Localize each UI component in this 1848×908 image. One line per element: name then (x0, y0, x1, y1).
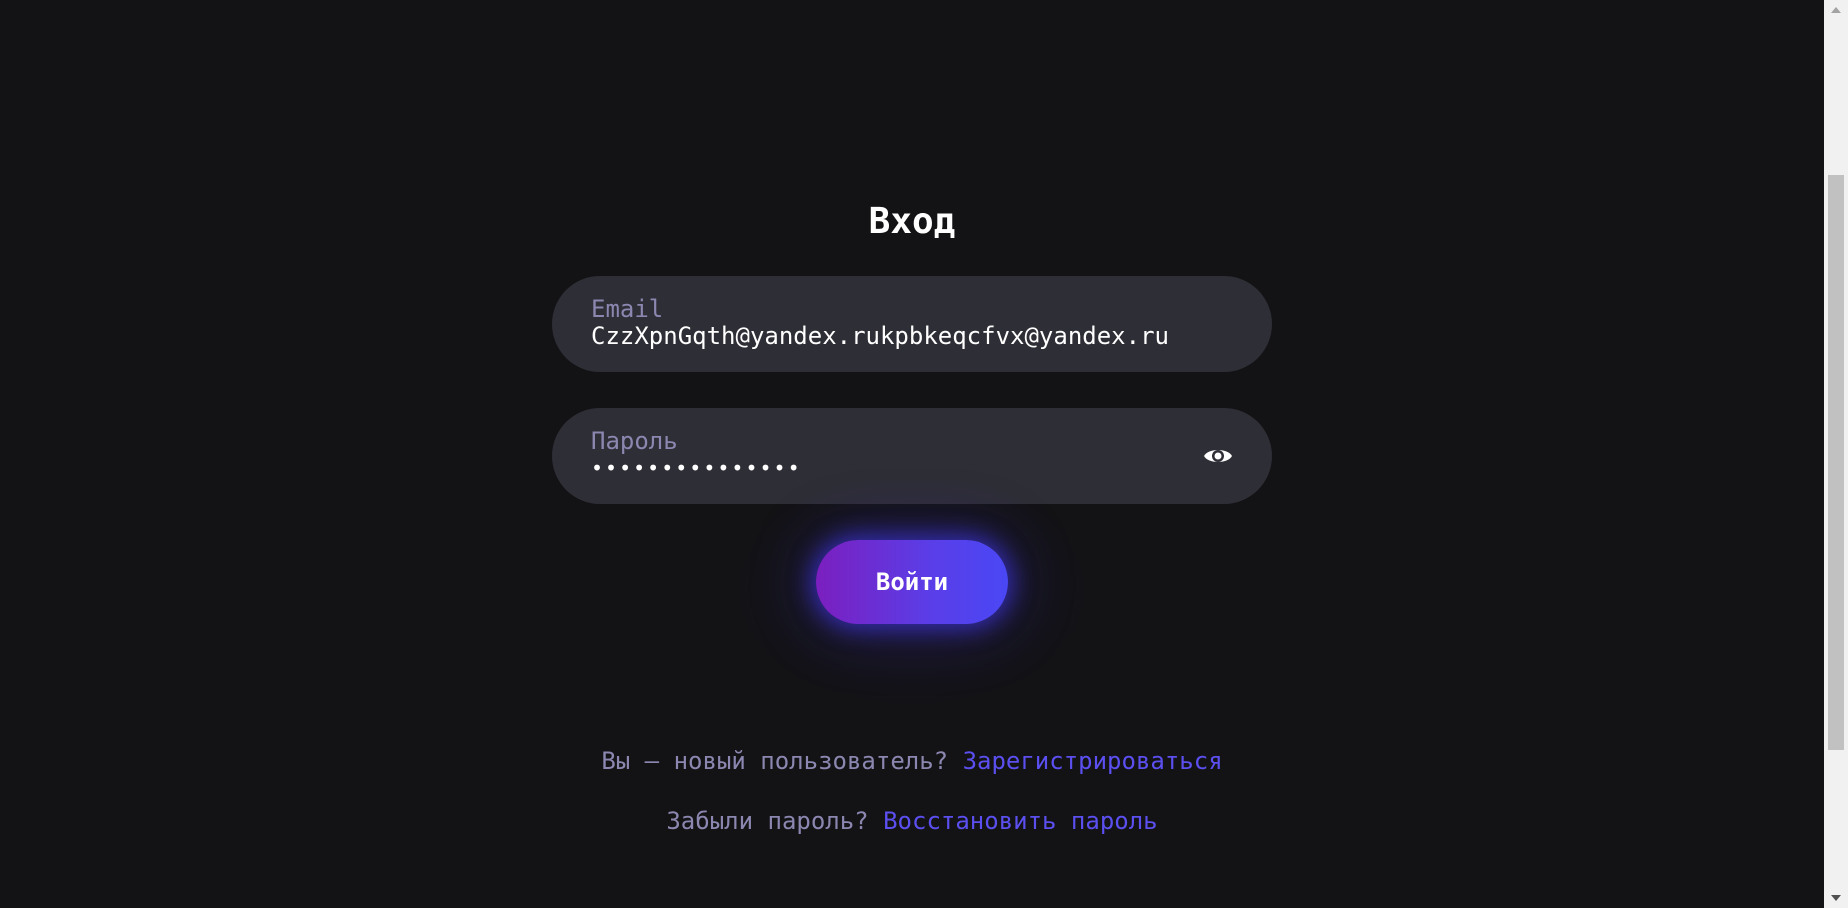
restore-prompt: Забыли пароль? (666, 807, 869, 835)
register-link[interactable]: Зарегистрироваться (963, 747, 1223, 775)
eye-icon[interactable] (1202, 440, 1234, 472)
scroll-down-arrow-icon[interactable] (1824, 888, 1848, 908)
restore-line: Забыли пароль? Восстановить пароль (0, 805, 1824, 837)
email-input[interactable]: CzzXpnGqth@yandex.rukpbkeqcfvx@yandex.ru (591, 319, 1191, 353)
page-title: Вход (868, 201, 956, 242)
scrollbar-thumb[interactable] (1828, 175, 1844, 750)
restore-password-link[interactable]: Восстановить пароль (883, 807, 1158, 835)
register-line: Вы — новый пользователь? Зарегистрироват… (0, 745, 1824, 777)
login-page: Вход Email CzzXpnGqth@yandex.rukpbkeqcfv… (0, 0, 1848, 908)
login-button[interactable]: Войти (816, 540, 1008, 624)
scroll-up-arrow-icon[interactable] (1824, 0, 1848, 20)
password-input[interactable]: ••••••••••••••• (591, 451, 1191, 485)
vertical-scrollbar[interactable] (1824, 0, 1848, 908)
password-field[interactable]: Пароль ••••••••••••••• (552, 408, 1272, 504)
register-prompt: Вы — новый пользователь? (601, 747, 949, 775)
email-field[interactable]: Email CzzXpnGqth@yandex.rukpbkeqcfvx@yan… (552, 276, 1272, 372)
